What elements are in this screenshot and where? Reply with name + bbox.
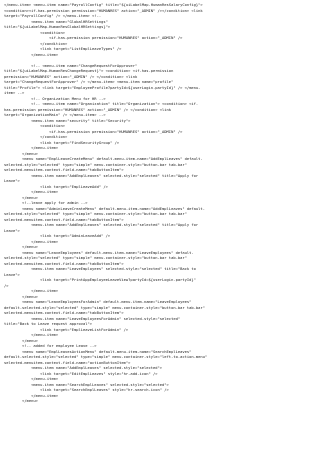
code-document: </menu-item> <menu-item name="PayrollCon… <box>0 0 320 453</box>
code-line: </menu> <box>4 399 38 403</box>
